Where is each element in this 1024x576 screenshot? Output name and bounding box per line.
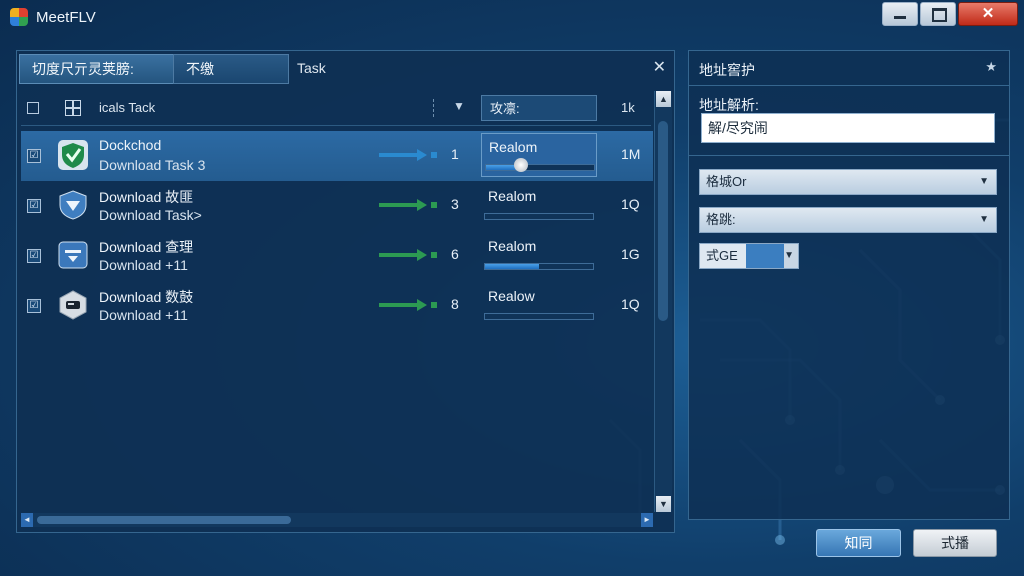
tab-bar: 切度尺亓灵荚膀: 不缴 Task ✕ bbox=[17, 51, 674, 85]
row-status: Realom bbox=[489, 139, 538, 155]
progress-bar bbox=[485, 164, 595, 171]
cancel-button[interactable]: 式播 bbox=[913, 529, 997, 557]
row-count: 8 bbox=[451, 296, 459, 312]
list-header: icals Tack ▼ 攻凛: 1k bbox=[21, 91, 651, 126]
select-all-checkbox[interactable] bbox=[27, 102, 39, 114]
sort-dropdown-icon[interactable]: ▼ bbox=[453, 99, 465, 113]
row-count: 1 bbox=[451, 146, 459, 162]
app-logo-icon bbox=[10, 8, 28, 26]
row-subtitle: Download Task 3 bbox=[99, 157, 206, 173]
scroll-thumb[interactable] bbox=[658, 121, 668, 321]
row-subtitle: Download +11 bbox=[99, 307, 188, 323]
format-select-value: 格城Or bbox=[706, 174, 747, 189]
row-title: Dockchod bbox=[99, 137, 162, 153]
address-label: 地址解析: bbox=[699, 97, 759, 113]
table-row[interactable]: ☑ Download 数鼓 Download +11 8 Realow 1Q bbox=[21, 281, 653, 331]
title-bar: MeetFLV ✕ bbox=[0, 0, 1024, 34]
jump-select-value: 格跳: bbox=[706, 212, 736, 227]
format-select[interactable]: 格城Or ▼ bbox=[699, 169, 997, 195]
row-status-box: Realom bbox=[481, 133, 597, 177]
scroll-left-icon[interactable]: ◄ bbox=[21, 513, 33, 527]
panel-header: 地址窖护 ★ bbox=[689, 51, 1009, 86]
arrow-right-icon bbox=[379, 299, 437, 311]
progress-fill bbox=[485, 264, 539, 269]
ok-button[interactable]: 知同 bbox=[816, 529, 901, 557]
progress-bar bbox=[484, 213, 594, 220]
minimize-button[interactable] bbox=[882, 2, 918, 26]
maximize-icon bbox=[932, 8, 947, 22]
chevron-down-icon: ▼ bbox=[979, 176, 989, 187]
row-status: Realow bbox=[488, 288, 535, 304]
column-speed-header[interactable]: 攻凛: bbox=[481, 95, 597, 121]
chevron-down-icon: ▼ bbox=[979, 214, 989, 225]
window-controls: ✕ bbox=[880, 2, 1018, 26]
row-checkbox[interactable]: ☑ bbox=[27, 199, 41, 213]
arrow-right-icon bbox=[379, 149, 437, 161]
column-name-header[interactable]: icals Tack bbox=[99, 100, 155, 115]
shield-down-icon bbox=[59, 190, 87, 220]
download-list-panel: 切度尺亓灵荚膀: 不缴 Task ✕ icals Tack ▼ 攻凛: 1k ☑… bbox=[16, 50, 675, 533]
address-panel: 地址窖护 ★ 地址解析: 格城Or ▼ 格跳: ▼ 式GE ▼ bbox=[688, 50, 1010, 520]
horizontal-scrollbar[interactable]: ◄ ► bbox=[21, 513, 653, 527]
inbox-icon bbox=[58, 241, 88, 269]
jump-select[interactable]: 格跳: ▼ bbox=[699, 207, 997, 233]
row-count: 3 bbox=[451, 196, 459, 212]
pin-icon[interactable]: ★ bbox=[985, 59, 997, 75]
row-title: Download 故匪 bbox=[99, 189, 194, 205]
scroll-right-icon[interactable]: ► bbox=[641, 513, 653, 527]
panel-title: 地址窖护 bbox=[699, 62, 755, 78]
row-checkbox[interactable]: ☑ bbox=[27, 149, 41, 163]
close-icon: ✕ bbox=[981, 5, 995, 22]
column-size-header[interactable]: 1k bbox=[621, 100, 635, 115]
tab-task[interactable]: Task bbox=[285, 54, 369, 82]
scroll-down-icon[interactable]: ▼ bbox=[656, 496, 671, 512]
row-status-box: Realow bbox=[481, 283, 597, 327]
progress-bar bbox=[484, 313, 594, 320]
row-size: 1G bbox=[621, 246, 640, 262]
minimize-icon bbox=[894, 16, 906, 19]
table-row[interactable]: ☑ Download 故匪 Download Task> 3 Realom 1Q bbox=[21, 181, 653, 231]
row-checkbox[interactable]: ☑ bbox=[27, 249, 41, 263]
progress-bar bbox=[484, 263, 594, 270]
row-subtitle: Download Task> bbox=[99, 207, 202, 223]
row-title: Download 数鼓 bbox=[99, 289, 194, 305]
table-row[interactable]: ☑ Download 查理 Download +11 6 Realom 1G bbox=[21, 231, 653, 281]
row-checkbox[interactable]: ☑ bbox=[27, 299, 41, 313]
chevron-down-icon: ▼ bbox=[784, 250, 794, 261]
tab-second[interactable]: 不缴 bbox=[173, 54, 289, 84]
row-subtitle: Download +11 bbox=[99, 257, 188, 273]
arrow-right-icon bbox=[379, 249, 437, 261]
window-title: MeetFLV bbox=[36, 9, 96, 26]
mode-select-value: 式GE bbox=[706, 248, 738, 263]
drive-icon bbox=[59, 290, 87, 320]
shield-check-icon bbox=[58, 140, 88, 170]
column-divider bbox=[433, 99, 435, 117]
divider bbox=[689, 155, 1009, 156]
vertical-scrollbar[interactable]: ▲ ▼ bbox=[654, 91, 672, 512]
row-title: Download 查理 bbox=[99, 239, 194, 255]
row-size: 1M bbox=[621, 146, 641, 162]
address-field[interactable] bbox=[701, 113, 995, 143]
row-size: 1Q bbox=[621, 196, 640, 212]
mode-select[interactable]: 式GE ▼ bbox=[699, 243, 799, 269]
row-status: Realom bbox=[488, 188, 537, 204]
arrow-right-icon bbox=[379, 199, 437, 211]
table-row[interactable]: ☑ Dockchod Download Task 3 1 Realom 1M bbox=[21, 131, 653, 181]
row-count: 6 bbox=[451, 246, 459, 262]
close-tab-icon[interactable]: ✕ bbox=[653, 57, 666, 77]
grid-view-icon[interactable] bbox=[65, 100, 81, 116]
maximize-button[interactable] bbox=[920, 2, 956, 26]
row-status: Realom bbox=[488, 238, 537, 254]
row-status-box: Realom bbox=[481, 233, 597, 277]
scroll-up-icon[interactable]: ▲ bbox=[656, 91, 671, 107]
row-size: 1Q bbox=[621, 296, 640, 312]
scroll-thumb-horizontal[interactable] bbox=[37, 516, 291, 524]
close-window-button[interactable]: ✕ bbox=[958, 2, 1018, 26]
row-status-box: Realom bbox=[481, 183, 597, 227]
tab-active[interactable]: 切度尺亓灵荚膀: bbox=[19, 54, 175, 84]
